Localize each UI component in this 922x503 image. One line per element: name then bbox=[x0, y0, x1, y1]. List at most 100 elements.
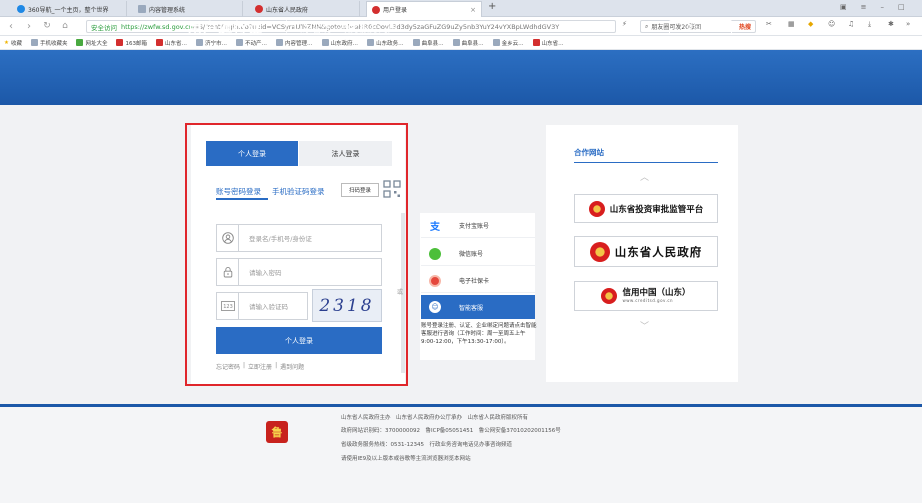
forgot-password-link[interactable]: 忘记密码 bbox=[216, 362, 240, 371]
tab-sms-login[interactable]: 手机验证码登录 bbox=[272, 186, 325, 197]
wechat-label: 微信账号 bbox=[459, 251, 484, 258]
captcha-field[interactable]: 123 请输入验证码 bbox=[216, 292, 308, 320]
footer-line: 政府网站识别码：3700000092 鲁ICP备05051451 鲁公网安备37… bbox=[341, 428, 561, 434]
close-icon[interactable]: × bbox=[470, 6, 476, 14]
login-links: 忘记密码 | 立即注册 | 遇到问题 bbox=[216, 362, 304, 371]
username-field[interactable]: 登录名/手机号/身份证 bbox=[216, 224, 382, 252]
phone-icon bbox=[30, 39, 38, 46]
refresh-icon[interactable]: ↻ bbox=[40, 19, 54, 33]
link-divider: | bbox=[275, 362, 278, 369]
or-label: 或 bbox=[397, 289, 404, 296]
captcha-icon: 123 bbox=[217, 293, 239, 319]
government-logo[interactable]: 鲁 bbox=[266, 421, 288, 443]
social-security-icon bbox=[421, 274, 449, 287]
bookmark-item[interactable]: 山东政府… bbox=[321, 39, 358, 47]
mail-icon bbox=[116, 39, 124, 46]
service-hours-note: 账号登录注册、认证、企业绑定问题请点击智能客服进行咨询（工作时间：周一至周五上午… bbox=[421, 323, 537, 345]
password-field[interactable]: 请输入密码 bbox=[216, 258, 382, 286]
ai-service-icon: ☺ bbox=[421, 301, 449, 313]
shield-icon[interactable]: ◆ bbox=[808, 20, 813, 28]
footer-line: 请使用IE9及以上版本或谷歌等主流浏览器浏览本网站 bbox=[341, 456, 471, 462]
browser-tab-label: 内容管理系统 bbox=[149, 6, 186, 14]
menu-icon[interactable]: ≡ bbox=[861, 3, 867, 11]
page-icon bbox=[452, 39, 460, 46]
bookmark-item[interactable]: 手机收藏夹 bbox=[30, 39, 67, 47]
back-icon[interactable]: ‹ bbox=[4, 19, 18, 33]
social-security-login[interactable]: 电子社保卡 bbox=[421, 269, 535, 293]
page-title: 用户通行证 bbox=[188, 21, 263, 37]
bookmark-item[interactable]: 163邮箱 bbox=[116, 39, 147, 47]
scroll-down-icon[interactable]: ﹀ bbox=[640, 319, 649, 332]
bookmark-item[interactable]: 曲阜县… bbox=[452, 39, 484, 47]
page-subtitle: 山东省统一政务服务门户 bbox=[293, 24, 398, 35]
panel-icon[interactable]: ▣ bbox=[840, 3, 847, 11]
bookmark-item[interactable]: 内容管理… bbox=[276, 39, 313, 47]
bookmark-item[interactable]: 山东政务… bbox=[367, 39, 404, 47]
url-secure-label: 安全访问 bbox=[91, 23, 117, 32]
tab-personal-login[interactable]: 个人登录 bbox=[206, 141, 298, 166]
scissors-icon[interactable]: ✂ bbox=[766, 20, 772, 28]
maximize-icon[interactable]: □ bbox=[898, 3, 905, 11]
browser-tab[interactable]: 山东省人民政府 bbox=[250, 1, 360, 17]
url-host: https://zwfw.sd.gov.cn bbox=[121, 22, 193, 31]
hot-search-badge: 热搜 bbox=[738, 24, 751, 31]
partner-shandong-government[interactable]: 山东省人民政府 bbox=[574, 236, 718, 267]
page-icon bbox=[412, 39, 420, 46]
social-security-label: 电子社保卡 bbox=[459, 278, 490, 285]
user-icon bbox=[217, 225, 239, 251]
alipay-login[interactable]: 支 支付宝账号 bbox=[421, 214, 535, 238]
page-icon bbox=[367, 39, 375, 46]
username-placeholder: 登录名/手机号/身份证 bbox=[249, 235, 312, 243]
face-icon[interactable]: ☺ bbox=[828, 20, 835, 28]
alipay-label: 支付宝账号 bbox=[459, 223, 490, 230]
partner-investment-platform[interactable]: 山东省投资审批监管平台 bbox=[574, 194, 718, 223]
ai-service-button[interactable]: ☺ 智能客服 bbox=[421, 295, 535, 319]
bookmark-item[interactable]: 网址大全 bbox=[76, 39, 107, 47]
qr-code-icon[interactable] bbox=[383, 180, 401, 198]
puzzle-icon[interactable]: ✱ bbox=[888, 20, 894, 28]
home-icon[interactable]: ⌂ bbox=[58, 19, 72, 33]
emblem-icon bbox=[155, 39, 163, 46]
lightning-icon[interactable]: ⚡ bbox=[622, 20, 627, 28]
svg-text:123: 123 bbox=[223, 304, 233, 310]
bookmark-item[interactable]: 济宁市… bbox=[196, 39, 227, 47]
bookmark-item[interactable]: 山东省… bbox=[155, 39, 187, 47]
bookmark-item[interactable]: 不动产… bbox=[236, 39, 267, 47]
tab-legal-login[interactable]: 法人登录 bbox=[299, 141, 392, 166]
grid-icon[interactable]: ▦ bbox=[788, 20, 795, 28]
scan-login-button[interactable]: 扫码登录 bbox=[341, 183, 379, 197]
globe-icon bbox=[76, 39, 84, 46]
browser-tab[interactable]: 360导航_一个主页，整个世界 bbox=[12, 1, 127, 17]
bookmark-item[interactable]: 曲阜县… bbox=[412, 39, 444, 47]
emblem-icon bbox=[532, 39, 540, 46]
360-logo-icon bbox=[17, 5, 25, 13]
browser-tab-label: 用户登录 bbox=[383, 7, 408, 14]
music-icon[interactable]: ♫ bbox=[848, 20, 854, 28]
browser-tab[interactable]: 内容管理系统 bbox=[133, 1, 243, 17]
tab-password-login[interactable]: 账号密码登录 bbox=[216, 186, 261, 197]
browser-tab-bar: 360导航_一个主页，整个世界 内容管理系统 山东省人民政府 用户登录 × + … bbox=[0, 0, 922, 17]
captcha-image[interactable]: 2318 bbox=[312, 289, 382, 322]
help-button[interactable]: 使用帮助 bbox=[669, 20, 732, 35]
password-placeholder: 请输入密码 bbox=[249, 269, 282, 277]
register-link[interactable]: 立即注册 bbox=[248, 362, 272, 371]
help-link[interactable]: 遇到问题 bbox=[280, 362, 304, 371]
wechat-login[interactable]: 微信账号 bbox=[421, 242, 535, 266]
page-header bbox=[0, 50, 922, 105]
captcha-placeholder: 请输入验证码 bbox=[249, 303, 288, 311]
partner-title-underline bbox=[574, 162, 718, 163]
minimize-icon[interactable]: – bbox=[881, 3, 885, 11]
scroll-up-icon[interactable]: ︿ bbox=[640, 170, 649, 183]
forward-icon[interactable]: › bbox=[22, 19, 36, 33]
national-emblem-icon bbox=[589, 241, 610, 262]
bookmark-item[interactable]: 山东省… bbox=[532, 39, 564, 47]
new-tab-button[interactable]: + bbox=[488, 1, 496, 12]
login-submit-button[interactable]: 个人登录 bbox=[216, 327, 382, 354]
bookmark-item[interactable]: 金乡云… bbox=[492, 39, 524, 47]
link-divider: | bbox=[243, 362, 246, 369]
browser-tab-active[interactable]: 用户登录 × bbox=[366, 1, 482, 17]
more-icon[interactable]: » bbox=[906, 20, 910, 28]
bookmark-item[interactable]: ★ 收藏 bbox=[4, 39, 22, 47]
partner-credit-china[interactable]: 信用中国（山东） www.creditsd.gov.cn bbox=[574, 281, 718, 311]
download-icon[interactable]: ⤓ bbox=[868, 20, 871, 29]
